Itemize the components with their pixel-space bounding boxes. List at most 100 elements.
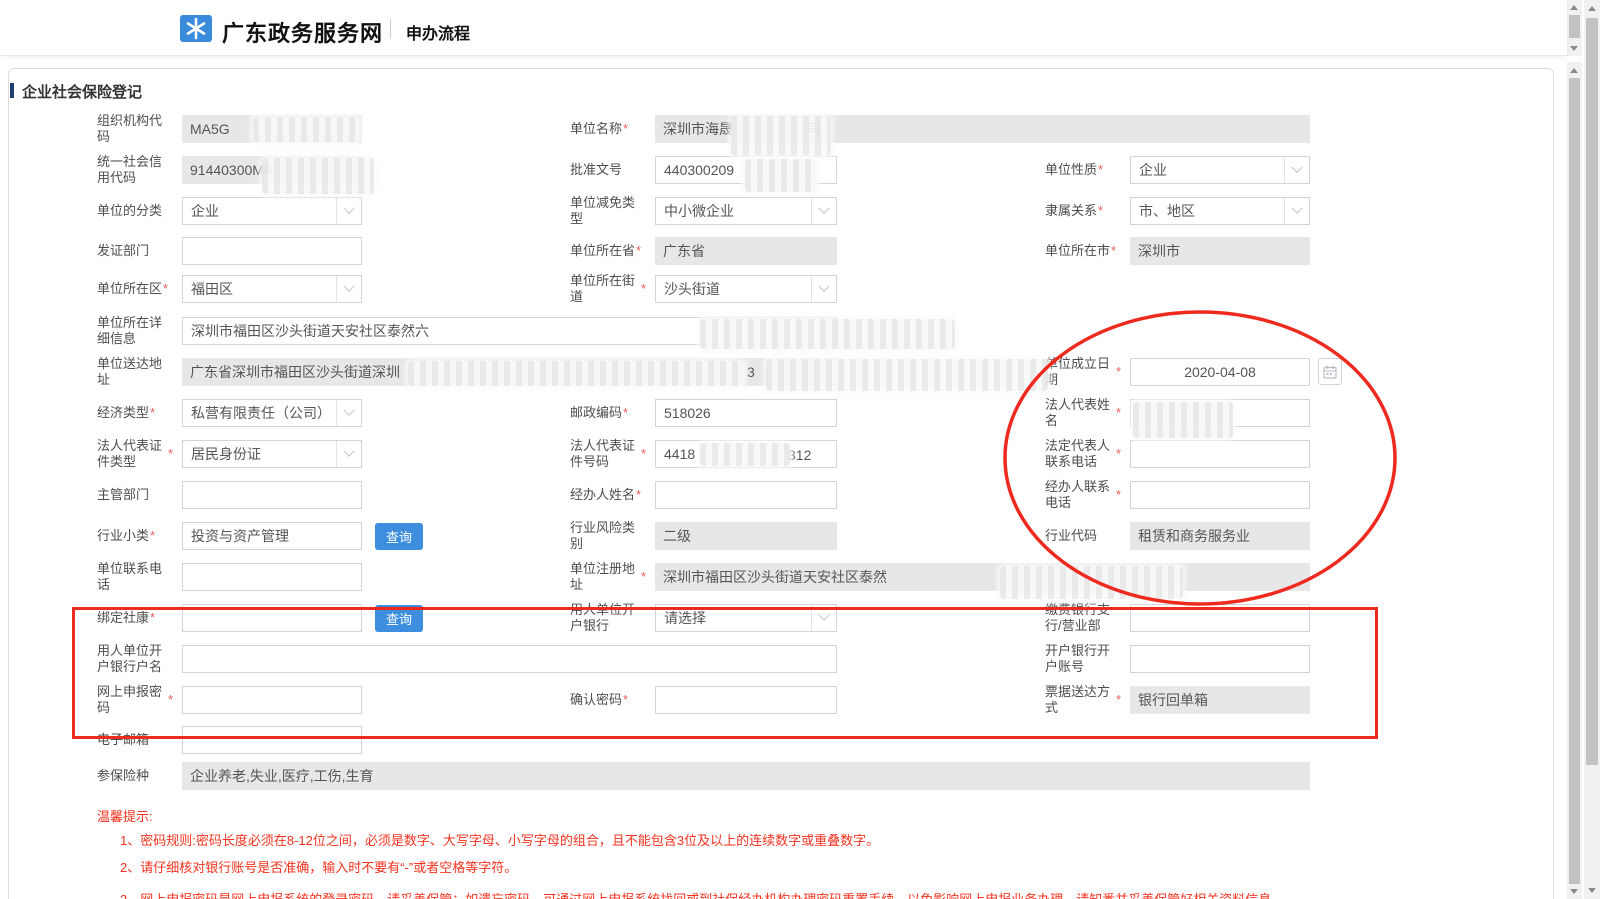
issuing_dept-input[interactable] — [182, 237, 362, 265]
est_date-value: 2020-04-08 — [1184, 364, 1256, 380]
street-select[interactable]: 沙头街道 — [655, 275, 837, 303]
redaction-blur — [700, 443, 790, 466]
scroll-up-icon[interactable] — [1570, 68, 1578, 73]
affiliation-value: 市、地区 — [1139, 201, 1195, 221]
form-scrollbar-track[interactable] — [1567, 62, 1582, 899]
industry_sub-query-button[interactable]: 查询 — [375, 523, 423, 550]
scroll-up-icon[interactable] — [1570, 5, 1578, 10]
legal_phone-input[interactable] — [1130, 440, 1310, 468]
reg_addr-label: 单位注册地址* — [570, 563, 646, 591]
select-arrow-box[interactable] — [811, 198, 836, 224]
affiliation-label-text: 隶属关系 — [1045, 203, 1097, 219]
scroll-down-icon[interactable] — [1570, 889, 1578, 894]
chevron-down-icon — [343, 405, 354, 416]
section-title: 企业社会保险登记 — [22, 81, 142, 102]
required-asterisk: * — [623, 405, 628, 421]
legal_name-label: 法人代表姓名* — [1045, 399, 1121, 427]
handler_phone-input[interactable] — [1130, 481, 1310, 509]
est_date-input[interactable]: 2020-04-08 — [1130, 358, 1310, 386]
unit_nature-select[interactable]: 企业 — [1130, 156, 1310, 184]
province-input: 广东省 — [655, 237, 837, 265]
affiliation-label: 隶属关系* — [1045, 197, 1121, 225]
redaction-blur — [1000, 566, 1183, 599]
form-scrollbar-thumb[interactable] — [1569, 78, 1580, 884]
scroll-down-icon[interactable] — [1570, 46, 1578, 51]
econ_type-label-text: 经济类型 — [97, 405, 149, 421]
select-arrow-box[interactable] — [336, 276, 361, 302]
relief_type-select[interactable]: 中小微企业 — [655, 197, 837, 225]
chevron-down-icon — [343, 446, 354, 457]
district-label: 单位所在区* — [97, 275, 173, 303]
select-arrow-box[interactable] — [1284, 157, 1309, 183]
reg_addr-label-text: 单位注册地址 — [570, 561, 640, 593]
est_date-label-text: 单位成立日期 — [1045, 356, 1115, 388]
redaction-blur — [1133, 402, 1233, 438]
est_date-label: 单位成立日期* — [1045, 358, 1121, 386]
district-select[interactable]: 福田区 — [182, 275, 362, 303]
unit_name-label-text: 单位名称 — [570, 121, 622, 137]
required-asterisk: * — [150, 528, 155, 544]
insurance_types-label: 参保险种 — [97, 762, 173, 790]
handler_name-label: 经办人姓名* — [570, 481, 646, 509]
affiliation-select[interactable]: 市、地区 — [1130, 197, 1310, 225]
credit_code-label-text: 统一社会信用代码 — [97, 154, 173, 186]
tip-item-1: 1、密码规则:密码长度必须在8-12位之间，必须是数字、大写字母、小写字母的组合… — [120, 830, 879, 849]
select-arrow-box[interactable] — [336, 198, 361, 224]
select-arrow-box[interactable] — [1284, 198, 1309, 224]
postal-value: 518026 — [664, 405, 711, 421]
site-header: 广东政务服务网 申办流程 — [0, 0, 1567, 56]
delivery_addr-value: 广东省深圳市福田区沙头街道深圳 — [190, 362, 400, 382]
unit_phone-label-text: 单位联系电话 — [97, 561, 173, 593]
econ_type-select[interactable]: 私营有限责任（公司） — [182, 399, 362, 427]
handler_name-input[interactable] — [655, 481, 837, 509]
street-value: 沙头街道 — [664, 279, 720, 299]
redaction-blur — [262, 158, 374, 194]
header-scrollbar-thumb[interactable] — [1569, 15, 1580, 38]
unit_name-value: 深圳市海晟 — [663, 119, 733, 139]
supervisor-label: 主管部门 — [97, 481, 173, 509]
redaction-blur — [700, 319, 955, 349]
unit_class-label: 单位的分类 — [97, 197, 173, 225]
select-arrow-box[interactable] — [336, 441, 361, 467]
required-asterisk: * — [623, 121, 628, 137]
province-label-text: 单位所在省 — [570, 243, 635, 259]
industry_code-input: 租赁和商务服务业 — [1130, 522, 1310, 550]
reg_addr-input: 深圳市福田区沙头街道天安社区泰然 — [655, 563, 1310, 591]
nav-apply-flow[interactable]: 申办流程 — [406, 20, 470, 44]
delivery_addr-label: 单位送达地址 — [97, 358, 173, 386]
chevron-down-icon — [1291, 203, 1302, 214]
org_code-value: MA5G — [190, 121, 230, 137]
issuing_dept-label-text: 发证部门 — [97, 243, 149, 259]
detail_info-value: 深圳市福田区沙头街道天安社区泰然六 — [191, 321, 429, 341]
industry_sub-input[interactable]: 投资与资产管理 — [182, 522, 362, 550]
tips-title: 温馨提示: — [97, 806, 153, 825]
window-scrollbar-thumb[interactable] — [1586, 18, 1598, 765]
issuing_dept-label: 发证部门 — [97, 237, 173, 265]
relief_type-value: 中小微企业 — [664, 201, 734, 221]
select-arrow-box[interactable] — [336, 400, 361, 426]
header-scrollbar-track[interactable] — [1567, 0, 1582, 56]
calendar-icon[interactable] — [1318, 358, 1342, 385]
delivery_addr-label-text: 单位送达地址 — [97, 356, 173, 388]
supervisor-input[interactable] — [182, 481, 362, 509]
window-scrollbar-track[interactable] — [1584, 0, 1600, 899]
scroll-down-icon[interactable] — [1588, 888, 1596, 893]
cert_no-label: 法人代表证件号码* — [570, 440, 646, 468]
select-arrow-box[interactable] — [811, 276, 836, 302]
industry_risk-label: 行业风险类别 — [570, 522, 646, 550]
street-label-text: 单位所在街道 — [570, 273, 640, 305]
handler_name-label-text: 经办人姓名 — [570, 487, 635, 503]
cert_type-select[interactable]: 居民身份证 — [182, 440, 362, 468]
unit_class-select[interactable]: 企业 — [182, 197, 362, 225]
industry_code-label: 行业代码 — [1045, 522, 1121, 550]
redaction-blur — [253, 117, 359, 142]
cert_type-label-text: 法人代表证件类型 — [97, 438, 167, 470]
postal-input[interactable]: 518026 — [655, 399, 837, 427]
delivery_addr-value-suffix: 3 — [747, 358, 755, 386]
unit_phone-input[interactable] — [182, 563, 362, 591]
district-value: 福田区 — [191, 279, 233, 299]
unit_phone-label: 单位联系电话 — [97, 563, 173, 591]
scroll-up-icon[interactable] — [1588, 6, 1596, 11]
cert_no-label-text: 法人代表证件号码 — [570, 438, 640, 470]
postal-label: 邮政编码* — [570, 399, 646, 427]
